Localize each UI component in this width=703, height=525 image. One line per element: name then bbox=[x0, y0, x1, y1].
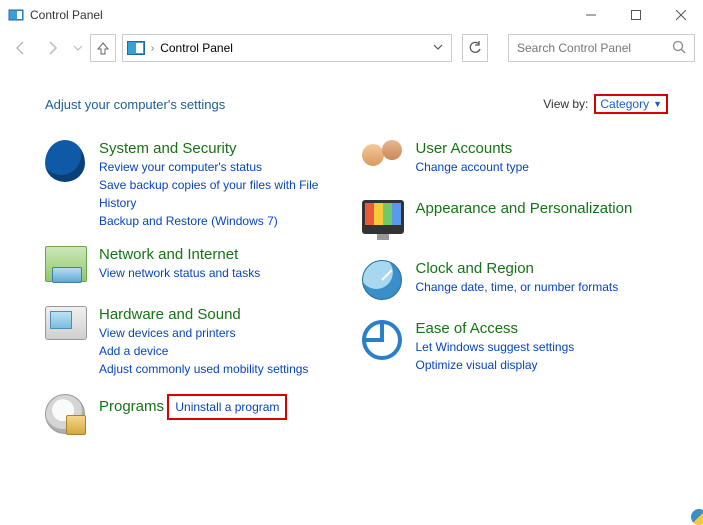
category-ease-of-access: Ease of Access Let Windows suggest setti… bbox=[362, 320, 669, 374]
category-columns: System and Security Review your computer… bbox=[45, 140, 668, 454]
titlebar: Control Panel bbox=[0, 0, 703, 30]
content-area: Adjust your computer's settings View by:… bbox=[0, 66, 703, 464]
category-title[interactable]: Clock and Region bbox=[416, 260, 534, 277]
ease-of-access-icon bbox=[362, 320, 406, 364]
programs-icon bbox=[45, 394, 89, 438]
viewby-label: View by: bbox=[543, 97, 588, 111]
category-link[interactable]: Change date, time, or number formats bbox=[416, 278, 669, 296]
heading-row: Adjust your computer's settings View by:… bbox=[45, 94, 668, 114]
network-icon bbox=[45, 246, 89, 290]
category-appearance: Appearance and Personalization bbox=[362, 200, 669, 244]
up-button[interactable] bbox=[90, 34, 116, 62]
address-dropdown[interactable] bbox=[429, 41, 447, 55]
category-link[interactable]: View network status and tasks bbox=[99, 264, 352, 282]
category-title[interactable]: Hardware and Sound bbox=[99, 306, 241, 323]
user-accounts-icon bbox=[362, 140, 406, 184]
search-input[interactable] bbox=[517, 41, 672, 55]
category-hardware: Hardware and Sound View devices and prin… bbox=[45, 306, 352, 378]
category-link[interactable]: Let Windows suggest settings bbox=[416, 338, 669, 356]
search-icon bbox=[672, 40, 686, 57]
category-clock: Clock and Region Change date, time, or n… bbox=[362, 260, 669, 304]
chevron-right-icon: › bbox=[151, 43, 154, 54]
address-text: Control Panel bbox=[160, 41, 233, 55]
uninstall-program-link[interactable]: Uninstall a program bbox=[175, 400, 279, 414]
category-link[interactable]: Add a device bbox=[99, 342, 352, 360]
system-security-icon bbox=[45, 140, 89, 184]
category-system-security: System and Security Review your computer… bbox=[45, 140, 352, 230]
uninstall-highlight: Uninstall a program bbox=[167, 394, 287, 420]
viewby-value: Category bbox=[600, 97, 649, 111]
category-link[interactable]: Backup and Restore (Windows 7) bbox=[99, 212, 352, 230]
forward-button[interactable] bbox=[40, 34, 66, 62]
address-bar[interactable]: › Control Panel bbox=[122, 34, 452, 62]
viewby-dropdown[interactable]: Category ▼ bbox=[594, 94, 668, 114]
page-heading: Adjust your computer's settings bbox=[45, 97, 543, 112]
appearance-icon bbox=[362, 200, 406, 244]
history-dropdown[interactable] bbox=[72, 34, 84, 62]
category-title[interactable]: Appearance and Personalization bbox=[416, 200, 633, 217]
back-button[interactable] bbox=[8, 34, 34, 62]
search-box[interactable] bbox=[508, 34, 695, 62]
category-title[interactable]: System and Security bbox=[99, 140, 237, 157]
category-link[interactable]: Adjust commonly used mobility settings bbox=[99, 360, 352, 378]
category-title[interactable]: Ease of Access bbox=[416, 320, 519, 337]
category-title[interactable]: User Accounts bbox=[416, 140, 513, 157]
minimize-button[interactable] bbox=[568, 0, 613, 30]
control-panel-icon bbox=[8, 7, 24, 23]
chevron-down-icon: ▼ bbox=[653, 99, 662, 109]
category-title[interactable]: Network and Internet bbox=[99, 246, 238, 263]
category-network: Network and Internet View network status… bbox=[45, 246, 352, 290]
address-icon bbox=[127, 41, 145, 55]
shield-icon bbox=[691, 509, 703, 525]
maximize-button[interactable] bbox=[613, 0, 658, 30]
category-programs: Programs Uninstall a program bbox=[45, 394, 352, 438]
navbar: › Control Panel bbox=[0, 30, 703, 66]
category-link[interactable]: Change account type bbox=[416, 158, 529, 176]
refresh-button[interactable] bbox=[462, 34, 488, 62]
window-controls bbox=[568, 0, 703, 30]
left-column: System and Security Review your computer… bbox=[45, 140, 352, 454]
right-column: User Accounts Change account type Appear… bbox=[362, 140, 669, 454]
category-link[interactable]: Review your computer's status bbox=[99, 158, 352, 176]
category-link[interactable]: View devices and printers bbox=[99, 324, 352, 342]
clock-icon bbox=[362, 260, 406, 304]
category-user-accounts: User Accounts Change account type bbox=[362, 140, 669, 184]
category-link[interactable]: Save backup copies of your files with Fi… bbox=[99, 176, 352, 212]
category-link[interactable]: Optimize visual display bbox=[416, 356, 669, 374]
hardware-icon bbox=[45, 306, 89, 350]
close-button[interactable] bbox=[658, 0, 703, 30]
window-title: Control Panel bbox=[30, 8, 568, 22]
category-title[interactable]: Programs bbox=[99, 398, 164, 415]
